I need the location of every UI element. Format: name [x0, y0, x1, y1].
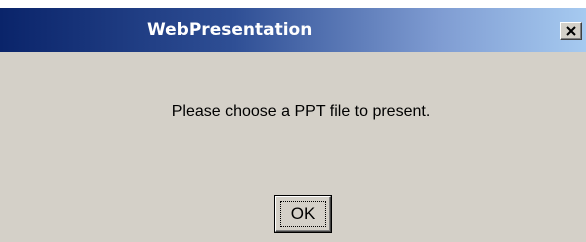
ok-button-label: OK	[290, 204, 316, 223]
close-icon	[566, 26, 576, 36]
ok-button-focus-rect: OK	[280, 201, 326, 227]
message-text-row: Please choose a PPT file to present.	[0, 102, 586, 122]
ok-button[interactable]: OK	[275, 196, 331, 232]
message-dialog: WebPresentation Please choose a PPT file…	[0, 8, 586, 242]
dialog-title: WebPresentation	[147, 20, 313, 40]
title-bar[interactable]: WebPresentation	[0, 8, 586, 52]
close-button[interactable]	[560, 22, 582, 40]
dialog-message: Please choose a PPT file to present.	[171, 103, 431, 120]
